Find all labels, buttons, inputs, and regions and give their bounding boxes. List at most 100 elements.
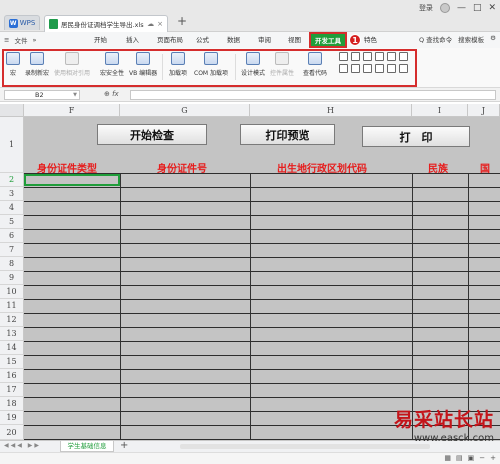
column-header-i[interactable]: I [412, 104, 468, 117]
cloud-icon[interactable]: ☁ [147, 20, 154, 28]
row-header-20[interactable]: 20 [0, 425, 24, 440]
combobox-control-icon[interactable] [351, 64, 360, 73]
row-header-2[interactable]: 2 [0, 173, 24, 187]
close-tab-icon[interactable]: × [157, 20, 163, 28]
print-preview-button[interactable]: 打印预览 [240, 124, 335, 145]
com-add-ins-button[interactable]: COM 加载项 [194, 52, 228, 77]
row-header-7[interactable]: 7 [0, 243, 24, 257]
chevron-down-icon[interactable]: ▼ [73, 91, 77, 99]
macro-security-button[interactable]: 宏安全性 [100, 52, 124, 77]
vb-editor-button[interactable]: VB 编辑器 [129, 52, 157, 77]
row-header-14[interactable]: 14 [0, 341, 24, 355]
new-tab-button[interactable]: + [177, 14, 187, 28]
label-control-icon[interactable] [363, 52, 372, 61]
row-header-6[interactable]: 6 [0, 229, 24, 243]
row-header-1[interactable]: 1 [0, 117, 24, 173]
checkbox-control-icon[interactable] [339, 52, 348, 61]
record-macro-button[interactable]: 录制新宏 [25, 52, 49, 77]
button-control-icon[interactable] [339, 64, 348, 73]
control-properties-button[interactable]: 控件属性 [270, 52, 294, 77]
login-link[interactable]: 登录 [419, 3, 433, 13]
sheet-nav-arrows-icon[interactable]: ◀◀◀ ▶▶ [4, 442, 41, 449]
grid-row-line [24, 215, 500, 216]
row-header-19[interactable]: 19 [0, 411, 24, 425]
wps-home-tab[interactable]: W WPS [4, 15, 40, 30]
design-mode-button[interactable]: 设计模式 [241, 52, 265, 77]
sheet-tab-student-info[interactable]: 学生基础信息 [60, 441, 114, 452]
row-header-17[interactable]: 17 [0, 383, 24, 397]
add-ins-button[interactable]: 加载项 [169, 52, 187, 77]
relative-reference-button[interactable]: 使用相对引用 [54, 52, 90, 77]
scrollbar-control-icon[interactable] [399, 52, 408, 61]
column-header-f[interactable]: F [24, 104, 120, 117]
settings-icon[interactable]: ⚙ [490, 34, 496, 44]
menu-review[interactable]: 审阅 [258, 34, 271, 44]
row-header-13[interactable]: 13 [0, 327, 24, 341]
select-all-corner[interactable] [0, 104, 24, 117]
row-header-12[interactable]: 12 [0, 313, 24, 327]
grid-column-line [120, 173, 121, 440]
zoom-in-icon[interactable]: + [490, 454, 496, 462]
normal-view-icon[interactable]: ▦ [444, 454, 451, 462]
name-box[interactable]: B2 ▼ [4, 90, 80, 100]
close-window-icon[interactable]: ✕ [488, 3, 496, 13]
menu-view[interactable]: 视图 [288, 34, 301, 44]
start-check-button[interactable]: 开始检查 [97, 124, 207, 145]
row-header-4[interactable]: 4 [0, 201, 24, 215]
menu-right-group: Q 查找命令 搜索模板 ⚙ [419, 34, 496, 44]
selected-cell-highlight[interactable] [24, 174, 120, 186]
row-header-5[interactable]: 5 [0, 215, 24, 229]
view-code-button[interactable]: 查看代码 [303, 52, 327, 77]
more-controls-icon[interactable] [399, 64, 408, 73]
toggle-control-icon[interactable] [375, 64, 384, 73]
spinner-control-icon[interactable] [387, 52, 396, 61]
page-layout-view-icon[interactable]: ▤ [456, 454, 463, 462]
radio-control-icon[interactable] [375, 52, 384, 61]
row-header-16[interactable]: 16 [0, 369, 24, 383]
row-header-3[interactable]: 3 [0, 187, 24, 201]
minimize-icon[interactable]: — [457, 3, 466, 13]
page-break-view-icon[interactable]: ▣ [468, 454, 475, 462]
grid-row-line [24, 201, 500, 202]
menu-insert[interactable]: 插入 [126, 34, 139, 44]
column-header-j[interactable]: J [468, 104, 500, 117]
menu-features[interactable]: 特色 [364, 34, 377, 44]
menu-home[interactable]: 开始 [94, 34, 107, 44]
menu-developer-tools[interactable]: 开发工具 [309, 32, 347, 48]
menu-file[interactable]: 文件 [14, 35, 27, 45]
maximize-icon[interactable]: □ [473, 3, 482, 13]
row-header-9[interactable]: 9 [0, 271, 24, 285]
column-header-h[interactable]: H [250, 104, 412, 117]
horizontal-scrollbar[interactable] [180, 444, 430, 449]
search-template-link[interactable]: 搜索模板 [458, 34, 484, 44]
menu-more-icon[interactable]: » [32, 36, 36, 44]
grid-row-line [24, 397, 500, 398]
row-header-15[interactable]: 15 [0, 355, 24, 369]
print-button[interactable]: 打 印 [362, 126, 470, 147]
formula-input[interactable] [130, 90, 496, 100]
site-watermark: 易采站长站 www.easck.com [362, 405, 494, 444]
menu-page-layout[interactable]: 页面布局 [157, 34, 183, 44]
column-header-g[interactable]: G [120, 104, 250, 117]
formula-fx-icon[interactable]: ⊕ fx [104, 90, 119, 98]
zoom-out-icon[interactable]: − [479, 454, 485, 462]
textbox-control-icon[interactable] [363, 64, 372, 73]
document-tab[interactable]: 居民身份证调档学生导出.xls ☁ × [44, 15, 168, 32]
row-header-10[interactable]: 10 [0, 285, 24, 299]
grid-row-line [24, 383, 500, 384]
menu-formula[interactable]: 公式 [196, 34, 209, 44]
com-add-ins-label: COM 加载项 [194, 70, 228, 77]
row-header-8[interactable]: 8 [0, 257, 24, 271]
listbox-control-icon[interactable] [351, 52, 360, 61]
row-header-11[interactable]: 11 [0, 299, 24, 313]
window-controls: 登录 — □ ✕ [419, 3, 496, 13]
menu-data[interactable]: 数据 [227, 34, 240, 44]
menu-toggle-icon[interactable]: ≡ [4, 36, 9, 44]
find-command-search[interactable]: Q 查找命令 [419, 34, 452, 44]
row-header-18[interactable]: 18 [0, 397, 24, 411]
add-sheet-button[interactable]: + [120, 440, 128, 451]
image-control-icon[interactable] [387, 64, 396, 73]
avatar[interactable] [439, 3, 450, 13]
macro-button[interactable]: 宏 [6, 52, 20, 77]
worksheet-grid[interactable]: 开始检查 打印预览 打 印 身份证件类型 身份证件号 出生地行政区划代码 民族 … [24, 117, 500, 440]
